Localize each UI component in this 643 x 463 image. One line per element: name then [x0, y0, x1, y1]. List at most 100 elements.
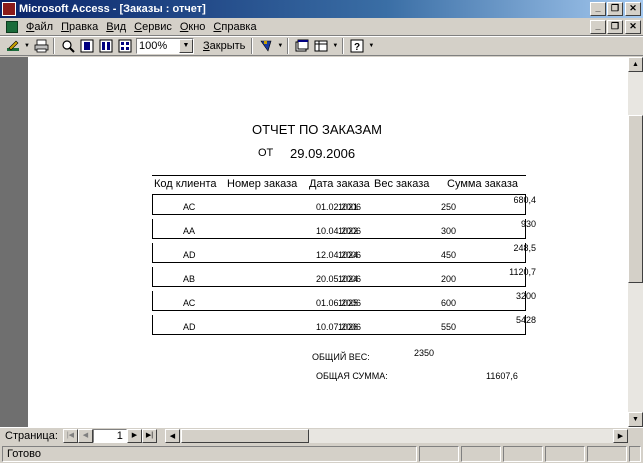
cell-client-code: AD	[183, 322, 196, 332]
cell-order-weight: 600	[440, 298, 456, 308]
vertical-scrollbar[interactable]: ▲ ▼	[628, 57, 643, 427]
zoom-combo[interactable]: 100% ▼	[136, 38, 194, 54]
menu-window[interactable]: Окно	[176, 21, 210, 33]
horizontal-scroll-thumb[interactable]	[181, 429, 309, 443]
cell-order-sum: 3200	[515, 291, 536, 301]
header-order-number: Номер заказа	[227, 178, 298, 190]
cell-client-code: АС	[183, 202, 196, 212]
menu-bar: Файл Правка Вид Сервис Окно Справка _ ❐ …	[0, 18, 643, 36]
toolbar-separator	[53, 38, 55, 54]
menu-tools[interactable]: Сервис	[130, 21, 176, 33]
status-bar: Готово	[0, 445, 643, 463]
cell-order-sum: 680,4	[513, 195, 536, 205]
status-panel	[545, 446, 585, 462]
chevron-down-icon[interactable]: ▼	[276, 38, 284, 55]
cell-order-weight: 200	[440, 274, 456, 284]
last-page-icon[interactable]: ▶|	[141, 429, 157, 443]
menu-edit[interactable]: Правка	[57, 21, 102, 33]
new-object-icon[interactable]	[312, 38, 330, 55]
cell-client-code: АА	[183, 226, 196, 236]
scroll-right-icon[interactable]: ▶	[613, 429, 628, 443]
cell-client-code: AD	[183, 250, 196, 260]
vertical-scroll-thumb[interactable]	[628, 115, 643, 283]
chevron-down-icon[interactable]: ▼	[179, 39, 193, 53]
close-window-button[interactable]: ✕	[625, 2, 641, 16]
close-preview-button[interactable]: Закрыть	[200, 40, 248, 52]
minimize-button[interactable]: _	[590, 2, 606, 16]
help-icon[interactable]: ?	[348, 38, 366, 55]
status-panel	[587, 446, 627, 462]
toolbar-separator	[251, 38, 254, 54]
cell-order-sum: 930	[520, 219, 536, 229]
status-panel	[461, 446, 501, 462]
view-dropdown-arrow-icon[interactable]: ▼	[23, 38, 31, 55]
status-panel	[419, 446, 459, 462]
cell-order-sum: 5428	[515, 315, 536, 325]
scroll-down-icon[interactable]: ▼	[628, 412, 643, 427]
total-sum-label: ОБЩАЯ СУММА:	[316, 371, 388, 381]
menu-file[interactable]: Файл	[22, 21, 57, 33]
status-panel	[503, 446, 543, 462]
cell-client-code: АС	[183, 298, 196, 308]
cell-order-date: 10.04.2006	[316, 226, 362, 236]
svg-text:?: ?	[354, 42, 360, 53]
page-label: Страница:	[5, 430, 58, 442]
report-date: 29.09.2006	[290, 146, 356, 161]
cell-order-weight: 450	[440, 250, 456, 260]
scroll-up-icon[interactable]: ▲	[628, 57, 643, 72]
cell-order-sum: 1120,7	[509, 267, 536, 277]
one-page-icon[interactable]	[78, 38, 96, 55]
menu-help[interactable]: Справка	[209, 21, 260, 33]
zoom-value: 100%	[139, 40, 168, 52]
menu-view[interactable]: Вид	[102, 21, 130, 33]
scroll-left-icon[interactable]: ◀	[165, 429, 180, 443]
chevron-down-icon[interactable]: ▼	[331, 38, 339, 55]
access-window: Microsoft Access - [Заказы : отчет] _ ❐ …	[0, 0, 643, 463]
database-window-icon[interactable]	[293, 38, 311, 55]
window-title: Microsoft Access - [Заказы : отчет]	[19, 3, 206, 15]
print-icon[interactable]	[32, 38, 50, 55]
access-app-icon	[2, 2, 16, 16]
status-text: Готово	[7, 448, 41, 460]
toolbar-separator	[287, 38, 290, 54]
maximize-button[interactable]: ❐	[607, 2, 623, 16]
report-page: ОТЧЕТ ПО ЗАКАЗАМ ОТ 29.09.2006 Код клиен…	[28, 57, 628, 427]
cell-order-date: 12.04.2006	[316, 250, 362, 260]
page-number-input[interactable]: 1	[92, 429, 127, 443]
multiple-pages-icon[interactable]	[116, 38, 134, 55]
design-view-icon[interactable]	[4, 38, 22, 55]
next-page-icon[interactable]: ▶	[126, 429, 142, 443]
size-grip-icon[interactable]	[629, 446, 641, 462]
cell-order-weight: 550	[440, 322, 456, 332]
page-navigation-bar: Страница: |◀ ◀ 1 ▶ ▶| ◀ ▶	[0, 427, 643, 444]
horizontal-scrollbar[interactable]: ◀ ▶	[165, 429, 628, 443]
zoom-magnifier-icon[interactable]	[59, 38, 77, 55]
date-label: ОТ	[258, 147, 274, 159]
doc-close-button[interactable]: ✕	[625, 20, 641, 34]
toolbar-separator	[342, 38, 345, 54]
cell-order-date: 10.07.2006	[316, 322, 362, 332]
first-page-icon[interactable]: |◀	[62, 429, 78, 443]
cell-order-date: 01.02.2006	[316, 202, 362, 212]
total-weight-label: ОБЩИЙ ВЕС:	[312, 352, 370, 362]
status-text-panel: Готово	[2, 446, 417, 462]
print-preview-toolbar: ▼ 100% ▼ Закрыть ▼ ▼ ? ▼	[0, 36, 643, 56]
two-pages-icon[interactable]	[97, 38, 115, 55]
doc-restore-button[interactable]: ❐	[607, 20, 623, 34]
header-order-sum: Сумма заказа	[447, 178, 518, 190]
header-order-date: Дата заказа	[309, 178, 370, 190]
report-doc-icon[interactable]	[6, 20, 18, 33]
cell-order-weight: 250	[440, 202, 456, 212]
cell-order-date: 20.05.2006	[316, 274, 362, 284]
prev-page-icon[interactable]: ◀	[77, 429, 93, 443]
cell-client-code: АВ	[183, 274, 196, 284]
doc-minimize-button[interactable]: _	[590, 20, 606, 34]
header-client-code: Код клиента	[154, 178, 217, 190]
cell-order-weight: 300	[440, 226, 456, 236]
preview-margin-strip	[0, 57, 28, 427]
total-sum-value: 11607,6	[486, 371, 518, 381]
header-order-weight: Вес заказа	[374, 178, 430, 190]
office-links-icon[interactable]	[257, 38, 275, 55]
chevron-down-icon[interactable]: ▼	[367, 38, 375, 55]
cell-order-sum: 248,5	[513, 243, 536, 253]
